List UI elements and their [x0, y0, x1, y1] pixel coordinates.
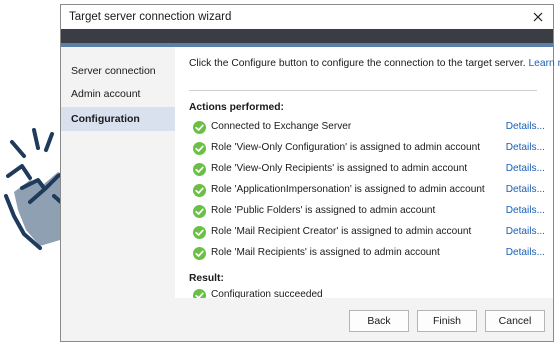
action-row: Role 'Mail Recipient Creator' is assigne… — [193, 226, 545, 242]
action-row: Role 'View-Only Configuration' is assign… — [193, 142, 545, 158]
intro-text: Click the Configure button to configure … — [189, 58, 560, 69]
actions-title: Actions performed: — [189, 102, 284, 113]
sidebar-item-configuration[interactable]: Configuration — [61, 107, 175, 131]
learn-more-link[interactable]: Learn more. — [528, 58, 560, 69]
wizard-steps-sidebar: Server connection Admin account Configur… — [61, 47, 175, 298]
action-text: Role 'ApplicationImpersonation' is assig… — [211, 184, 485, 195]
finish-button[interactable]: Finish — [417, 310, 477, 332]
success-check-icon — [193, 163, 206, 176]
sidebar-item-admin-account[interactable]: Admin account — [61, 82, 175, 106]
action-text: Role 'Public Folders' is assigned to adm… — [211, 205, 436, 216]
action-row: Connected to Exchange Server Details... — [193, 121, 545, 137]
details-link[interactable]: Details... — [506, 184, 545, 195]
details-link[interactable]: Details... — [506, 247, 545, 258]
action-text: Role 'Mail Recipients' is assigned to ad… — [211, 247, 440, 258]
close-button[interactable] — [527, 6, 549, 28]
action-row: Role 'View-Only Recipients' is assigned … — [193, 163, 545, 179]
success-check-icon — [193, 121, 206, 134]
title-bar: Target server connection wizard — [61, 5, 553, 29]
success-check-icon — [193, 205, 206, 218]
intro-sentence: Click the Configure button to configure … — [189, 58, 526, 69]
window-title: Target server connection wizard — [69, 11, 232, 23]
action-text: Connected to Exchange Server — [211, 121, 352, 132]
cancel-button[interactable]: Cancel — [485, 310, 545, 332]
success-check-icon — [193, 247, 206, 260]
success-check-icon — [193, 142, 206, 155]
sidebar-item-server-connection[interactable]: Server connection — [61, 59, 175, 83]
success-check-icon — [193, 226, 206, 239]
success-check-icon — [193, 184, 206, 197]
result-title: Result: — [189, 273, 224, 284]
action-row: Role 'Mail Recipients' is assigned to ad… — [193, 247, 545, 263]
details-link[interactable]: Details... — [506, 226, 545, 237]
wizard-footer: Back Finish Cancel — [61, 298, 553, 341]
sidebar-item-label: Server connection — [71, 65, 156, 77]
sidebar-item-label: Configuration — [71, 113, 140, 125]
wizard-window: Target server connection wizard Server c… — [60, 4, 560, 342]
sidebar-item-label: Admin account — [71, 88, 141, 100]
divider — [189, 90, 537, 91]
close-icon — [533, 12, 543, 22]
details-link[interactable]: Details... — [506, 163, 545, 174]
action-text: Role 'View-Only Configuration' is assign… — [211, 142, 481, 153]
action-row: Role 'ApplicationImpersonation' is assig… — [193, 184, 545, 200]
details-link[interactable]: Details... — [506, 121, 545, 132]
back-button[interactable]: Back — [349, 310, 409, 332]
header-band — [61, 29, 553, 43]
action-text: Role 'Mail Recipient Creator' is assigne… — [211, 226, 472, 237]
details-link[interactable]: Details... — [506, 205, 545, 216]
action-text: Role 'View-Only Recipients' is assigned … — [211, 163, 468, 174]
details-link[interactable]: Details... — [506, 142, 545, 153]
wizard-content: Click the Configure button to configure … — [175, 47, 560, 302]
action-row: Role 'Public Folders' is assigned to adm… — [193, 205, 545, 221]
